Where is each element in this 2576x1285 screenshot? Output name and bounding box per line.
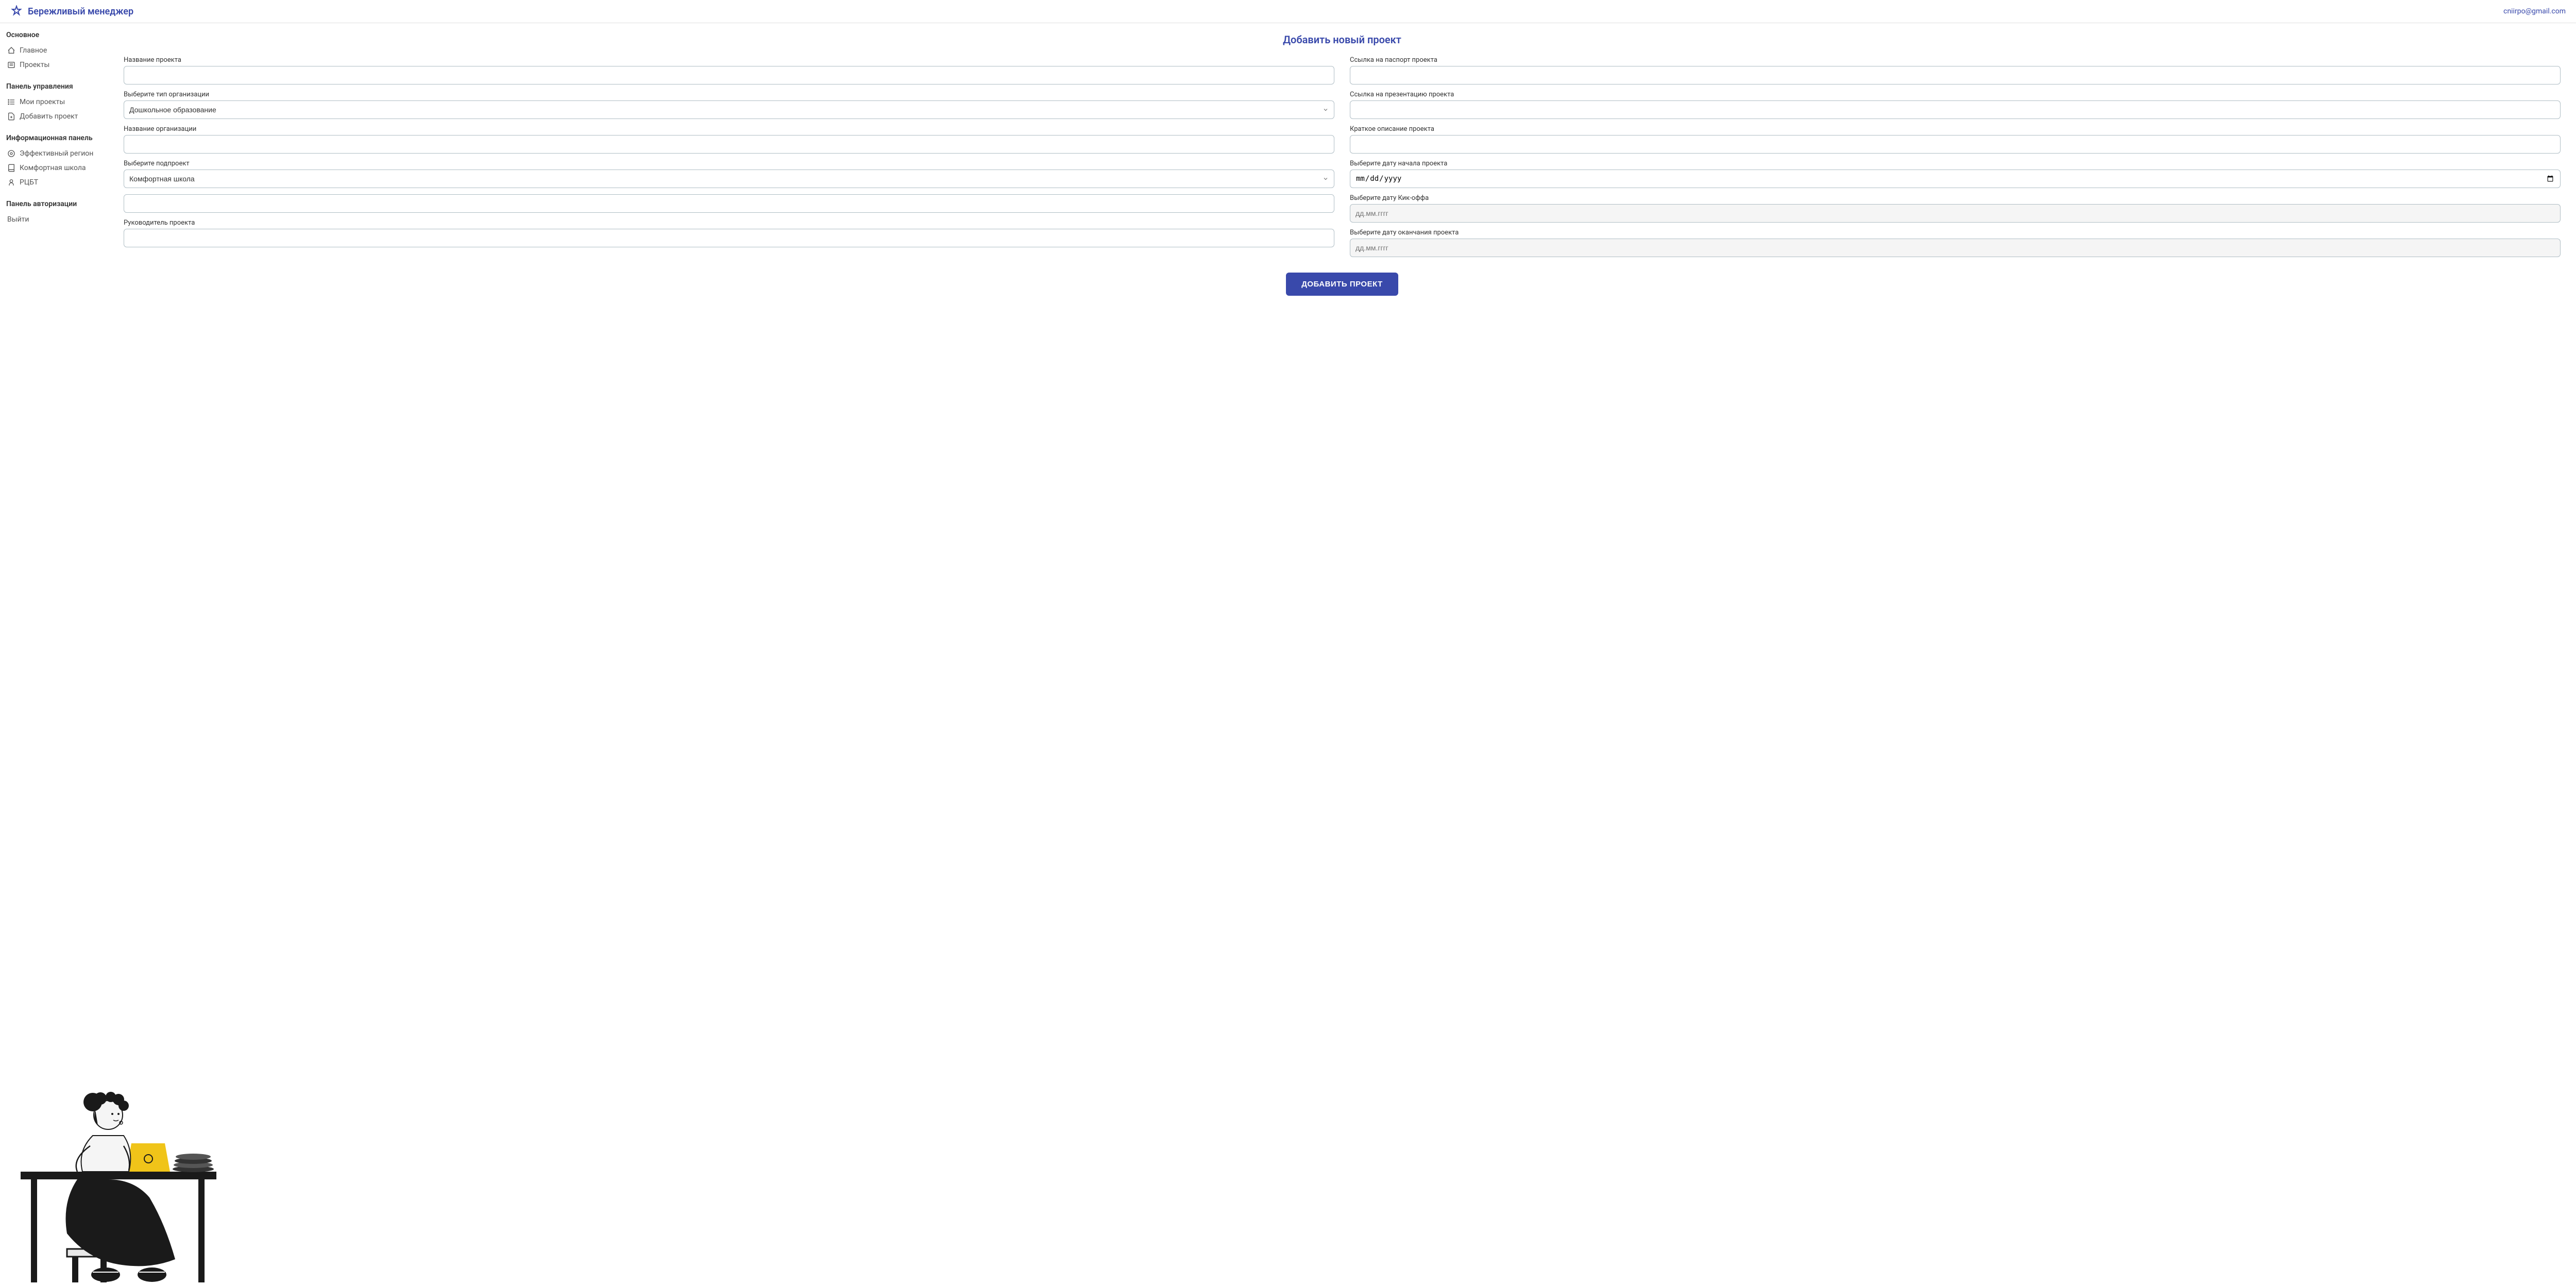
project-name-label: Название проекта [124, 56, 1334, 64]
short-desc-input[interactable] [1350, 135, 2561, 154]
sidebar-section-control: Панель управления Мои проекты Добавить п… [5, 82, 103, 124]
region-icon [7, 149, 15, 158]
unnamed-input-1[interactable] [124, 194, 1334, 213]
end-date-input[interactable] [1350, 239, 2561, 257]
submit-row: ДОБАВИТЬ ПРОЕКТ [124, 273, 2561, 296]
list-icon [7, 98, 15, 106]
rcbt-icon [7, 178, 15, 187]
kickoff-date-input[interactable] [1350, 204, 2561, 223]
passport-link-label: Ссылка на паспорт проекта [1350, 56, 2561, 64]
illustration-person-desk [15, 1069, 222, 1285]
sidebar-item-projects[interactable]: Проекты [5, 58, 103, 72]
form-columns: Название проекта Выберите тип организаци… [124, 56, 2561, 257]
sidebar-item-logout[interactable]: Выйти [5, 212, 103, 227]
sidebar-item-region[interactable]: Эффективный регион [5, 146, 103, 161]
form-column-left: Название проекта Выберите тип организаци… [124, 56, 1334, 257]
sidebar-section-title: Панель авторизации [5, 200, 103, 208]
school-icon [7, 164, 15, 172]
kickoff-date-label: Выберите дату Кик-оффа [1350, 194, 2561, 202]
sidebar-item-add-project[interactable]: Добавить проект [5, 109, 103, 124]
projects-icon [7, 61, 15, 69]
manager-input[interactable] [124, 229, 1334, 247]
sidebar-section-title: Информационная панель [5, 134, 103, 142]
sidebar-section-main: Основное Главное Проекты [5, 31, 103, 72]
logo-text: Бережливый менеджер [28, 6, 133, 17]
user-email-link[interactable]: cniirpo@gmail.com [2503, 7, 2566, 15]
org-type-select[interactable]: Дошкольное образование [124, 100, 1334, 119]
logo-icon [10, 5, 23, 18]
sidebar-item-label: Выйти [7, 215, 29, 224]
org-name-input[interactable] [124, 135, 1334, 154]
sidebar-item-rcbt[interactable]: РЦБТ [5, 175, 103, 190]
start-date-input[interactable] [1350, 170, 2561, 188]
short-desc-label: Краткое описание проекта [1350, 125, 2561, 133]
presentation-link-label: Ссылка на презентацию проекта [1350, 91, 2561, 98]
org-name-label: Название организации [124, 125, 1334, 133]
passport-link-input[interactable] [1350, 66, 2561, 84]
main-content: Добавить новый проект Название проекта В… [108, 23, 2576, 306]
subproject-select[interactable]: Комфортная школа [124, 170, 1334, 188]
sidebar-item-label: Комфортная школа [20, 164, 86, 172]
sidebar-item-label: Мои проекты [20, 98, 65, 106]
add-doc-icon [7, 112, 15, 121]
submit-button[interactable]: ДОБАВИТЬ ПРОЕКТ [1286, 273, 1398, 296]
subproject-label: Выберите подпроект [124, 160, 1334, 167]
sidebar-section-title: Панель управления [5, 82, 103, 91]
sidebar-section-title: Основное [5, 31, 103, 39]
form-column-right: Ссылка на паспорт проекта Ссылка на през… [1350, 56, 2561, 257]
sidebar-item-school[interactable]: Комфортная школа [5, 161, 103, 175]
home-icon [7, 46, 15, 55]
start-date-label: Выберите дату начала проекта [1350, 160, 2561, 167]
header: Бережливый менеджер cniirpo@gmail.com [0, 0, 2576, 23]
sidebar-section-info: Информационная панель Эффективный регион… [5, 134, 103, 190]
sidebar-item-label: РЦБТ [20, 178, 38, 187]
end-date-label: Выберите дату оканчания проекта [1350, 229, 2561, 236]
sidebar-item-label: Эффективный регион [20, 149, 93, 158]
page-title: Добавить новый проект [124, 33, 2561, 46]
project-name-input[interactable] [124, 66, 1334, 84]
sidebar-item-label: Главное [20, 46, 47, 55]
sidebar: Основное Главное Проекты Панель управлен… [0, 23, 108, 306]
org-type-label: Выберите тип организации [124, 91, 1334, 98]
sidebar-item-label: Проекты [20, 61, 49, 69]
sidebar-item-my-projects[interactable]: Мои проекты [5, 95, 103, 109]
manager-label: Руководитель проекта [124, 219, 1334, 227]
sidebar-item-home[interactable]: Главное [5, 43, 103, 58]
sidebar-section-auth: Панель авторизации Выйти [5, 200, 103, 227]
presentation-link-input[interactable] [1350, 100, 2561, 119]
logo-area[interactable]: Бережливый менеджер [10, 5, 133, 18]
sidebar-item-label: Добавить проект [20, 112, 78, 121]
